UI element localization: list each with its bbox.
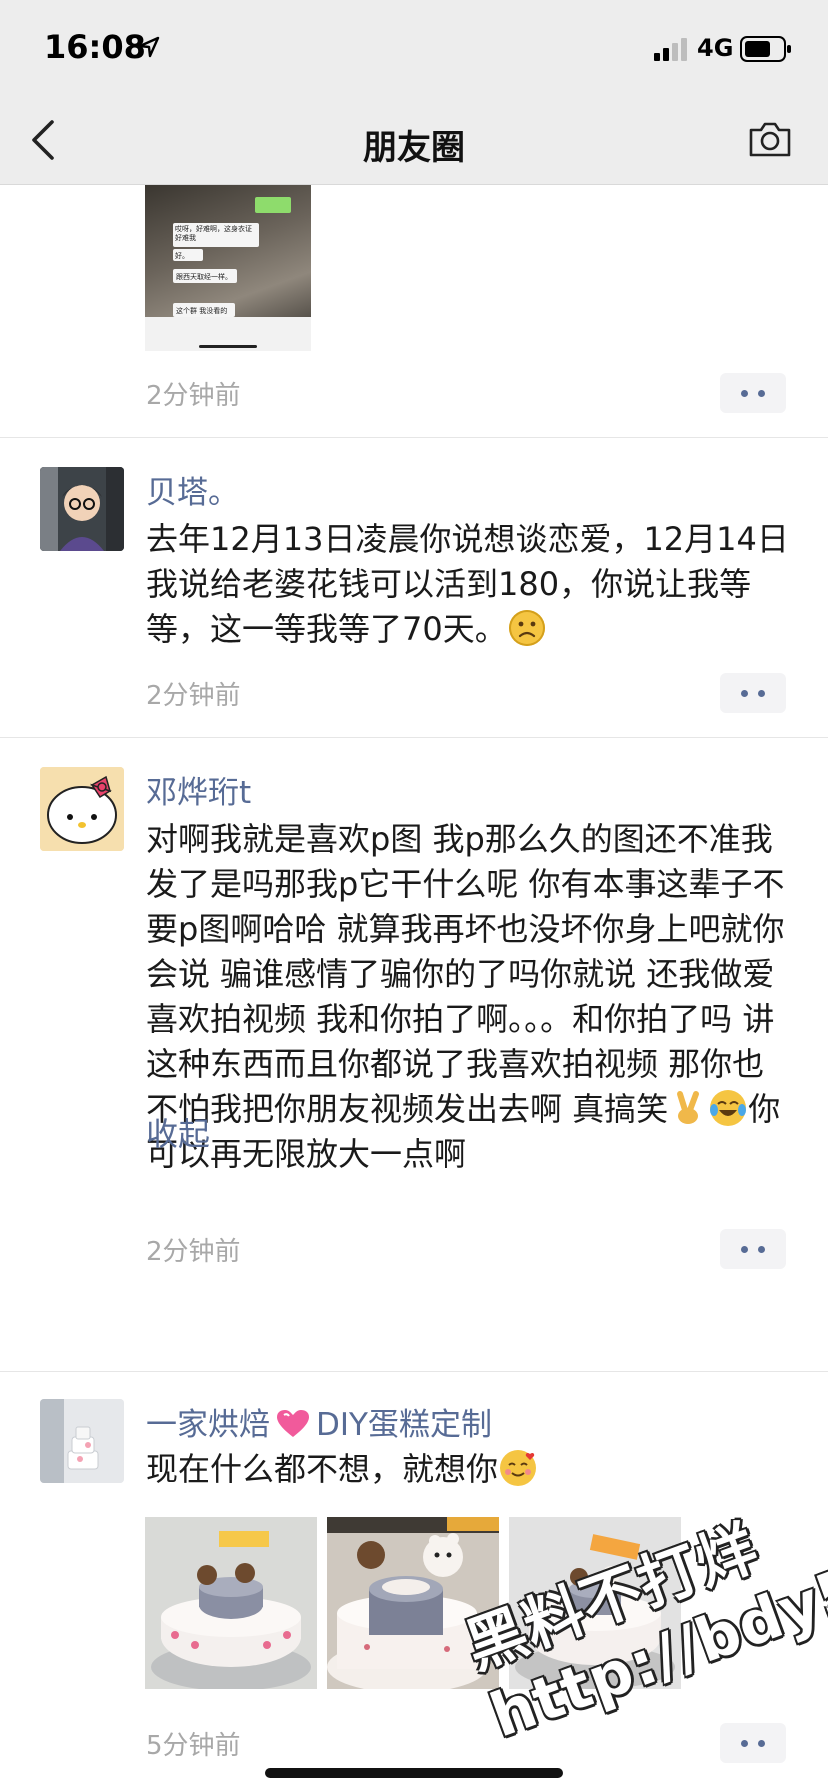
post-text: 去年12月13日凌晨你说想谈恋爱，12月14日我说给老婆花钱可以活到180，你说…	[146, 520, 789, 648]
post-text: 对啊我就是喜欢p图 我p那么久的图还不准我发了是吗那我p它干什么呢 你有本事这辈…	[146, 820, 785, 1173]
author-name[interactable]: 邓烨珩t	[146, 767, 251, 812]
post-time: 2分钟前	[146, 1237, 241, 1267]
more-actions-button[interactable]	[720, 1229, 786, 1269]
avatar[interactable]	[40, 467, 124, 551]
moment-post: 哎呀，好难啊，这身衣证好难我 好。 跟西天取经一样。 这个群 我没看的 2分钟前	[0, 185, 828, 438]
moment-post: 贝塔。 去年12月13日凌晨你说想谈恋爱，12月14日我说给老婆花钱可以活到18…	[0, 437, 828, 738]
cake-photo[interactable]	[145, 1517, 317, 1689]
post-time: 5分钟前	[146, 1731, 241, 1761]
signal-icon	[654, 38, 687, 61]
post-time: 2分钟前	[146, 681, 241, 711]
location-arrow-icon	[138, 36, 160, 58]
more-actions-button[interactable]	[720, 1723, 786, 1763]
chat-bubble: 跟西天取经一样。	[173, 269, 237, 283]
camera-icon[interactable]	[748, 120, 792, 158]
chat-bubble: 好。	[173, 249, 203, 261]
more-actions-button[interactable]	[720, 673, 786, 713]
pink-heart-icon	[276, 1409, 310, 1439]
avatar[interactable]	[40, 1399, 124, 1483]
page-title: 朋友圈	[363, 128, 465, 168]
status-time: 16:08	[44, 28, 146, 66]
collapse-link[interactable]: 收起	[146, 1109, 210, 1155]
post-text: 现在什么都不想，就想你	[146, 1447, 796, 1492]
author-name[interactable]: 一家烘焙 DIY蛋糕定制	[146, 1399, 492, 1444]
more-actions-button[interactable]	[720, 373, 786, 413]
chat-bubble: 这个群 我没看的	[173, 303, 235, 317]
chat-bubble: 哎呀，好难啊，这身衣证好难我	[173, 223, 259, 247]
battery-icon	[740, 36, 791, 62]
home-indicator	[265, 1768, 563, 1778]
laughing-tears-emoji-icon	[710, 1090, 747, 1126]
post-time: 2分钟前	[146, 381, 241, 411]
network-type: 4G	[697, 34, 734, 62]
avatar[interactable]	[40, 767, 124, 851]
author-name[interactable]: 贝塔。	[146, 467, 239, 512]
smiling-hearts-emoji-icon	[500, 1450, 537, 1486]
frown-emoji-icon	[508, 610, 545, 646]
victory-hand-emoji-icon	[670, 1090, 706, 1126]
moment-post: 邓烨珩t 对啊我就是喜欢p图 我p那么久的图还不准我发了是吗那我p它干什么呢 你…	[0, 737, 828, 1372]
top-bar: 16:08 4G 朋友圈	[0, 0, 828, 185]
chat-screenshot-image[interactable]: 哎呀，好难啊，这身衣证好难我 好。 跟西天取经一样。 这个群 我没看的	[145, 185, 311, 351]
